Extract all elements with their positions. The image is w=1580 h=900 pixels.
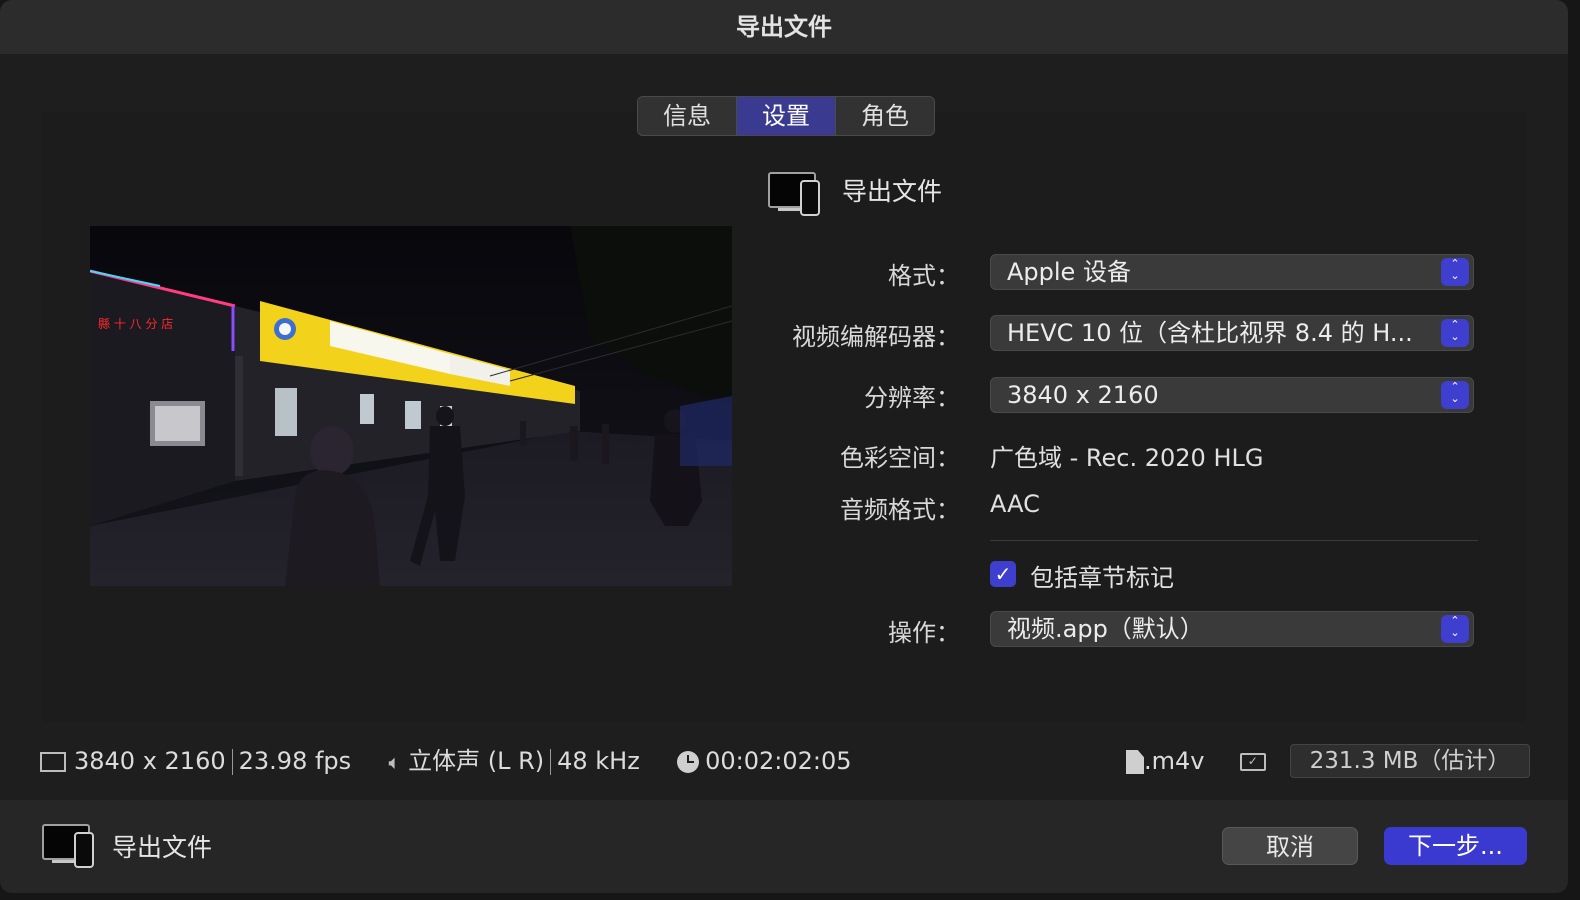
chapter-markers-checkbox[interactable]: ✓ <box>990 561 1016 587</box>
resolution-info: 3840 x 2160 <box>74 747 226 775</box>
color-space-label: 色彩空间： <box>840 444 960 472</box>
codec-label: 视频编解码器： <box>792 323 960 351</box>
window-title: 导出文件 <box>0 0 1568 54</box>
action-value: 视频.app（默认） <box>1007 615 1204 643</box>
resolution-label: 分辨率： <box>864 384 960 412</box>
popup-stepper-icon: ⌃ ⌃ <box>1441 381 1469 409</box>
footer-title: 导出文件 <box>112 833 213 862</box>
action-popup[interactable]: 视频.app（默认） ⌃ ⌃ <box>990 611 1474 647</box>
estimated-size: 231.3 MB（估计） <box>1290 744 1530 778</box>
video-preview-thumbnail: 縣 十 八 分 店 <box>90 226 732 586</box>
fps-info: 23.98 fps <box>238 747 352 775</box>
action-label: 操作： <box>888 619 960 647</box>
next-button[interactable]: 下一步... <box>1384 827 1527 865</box>
color-space-value: 广色域 - Rec. 2020 HLG <box>990 444 1264 472</box>
info-bar-right: .m4v ✓ <box>1126 744 1266 778</box>
svg-text:縣 十 八 分 店: 縣 十 八 分 店 <box>98 317 173 331</box>
tab-info[interactable]: 信息 <box>638 97 737 135</box>
resolution-value: 3840 x 2160 <box>1007 381 1159 409</box>
clock-icon <box>677 751 700 773</box>
divider <box>990 540 1478 541</box>
monitor-check-icon: ✓ <box>1239 753 1266 771</box>
codec-value: HEVC 10 位（含杜比视界 8.4 的 H... <box>1007 319 1413 347</box>
tab-settings[interactable]: 设置 <box>737 97 836 135</box>
destination-title: 导出文件 <box>842 177 943 206</box>
format-label: 格式： <box>888 262 960 290</box>
audio-channels-info: 立体声 (L R) <box>408 747 545 775</box>
format-popup[interactable]: Apple 设备 ⌃ ⌃ <box>990 254 1474 290</box>
tab-bar: 信息 设置 角色 <box>637 96 935 136</box>
codec-popup[interactable]: HEVC 10 位（含杜比视界 8.4 的 H... ⌃ ⌃ <box>990 315 1474 351</box>
popup-stepper-icon: ⌃ ⌃ <box>1441 319 1469 347</box>
popup-stepper-icon: ⌃ ⌃ <box>1441 615 1469 643</box>
resolution-popup[interactable]: 3840 x 2160 ⌃ ⌃ <box>990 377 1474 413</box>
popup-stepper-icon: ⌃ ⌃ <box>1441 258 1469 286</box>
export-dialog: 导出文件 信息 设置 角色 导出文件 縣 十 八 分 店 格式： Apple 设… <box>0 0 1568 893</box>
frame-size-icon <box>40 752 66 772</box>
tab-roles[interactable]: 角色 <box>836 97 934 135</box>
audio-format-label: 音频格式： <box>840 496 960 524</box>
info-bar-left: 3840 x 2160 23.98 fps 🔈︎ 立体声 (L R) 48 kHz … <box>40 744 852 778</box>
audio-format-value: AAC <box>990 490 1040 518</box>
duration-info: 00:02:02:05 <box>705 747 852 775</box>
format-value: Apple 设备 <box>1007 258 1131 286</box>
speaker-icon: 🔈︎ <box>388 750 401 774</box>
chapter-markers-label[interactable]: 包括章节标记 <box>1030 558 1174 593</box>
cancel-button[interactable]: 取消 <box>1222 827 1358 865</box>
extension-info: .m4v <box>1144 747 1205 775</box>
file-icon <box>1126 750 1144 774</box>
sample-rate-info: 48 kHz <box>557 747 640 775</box>
